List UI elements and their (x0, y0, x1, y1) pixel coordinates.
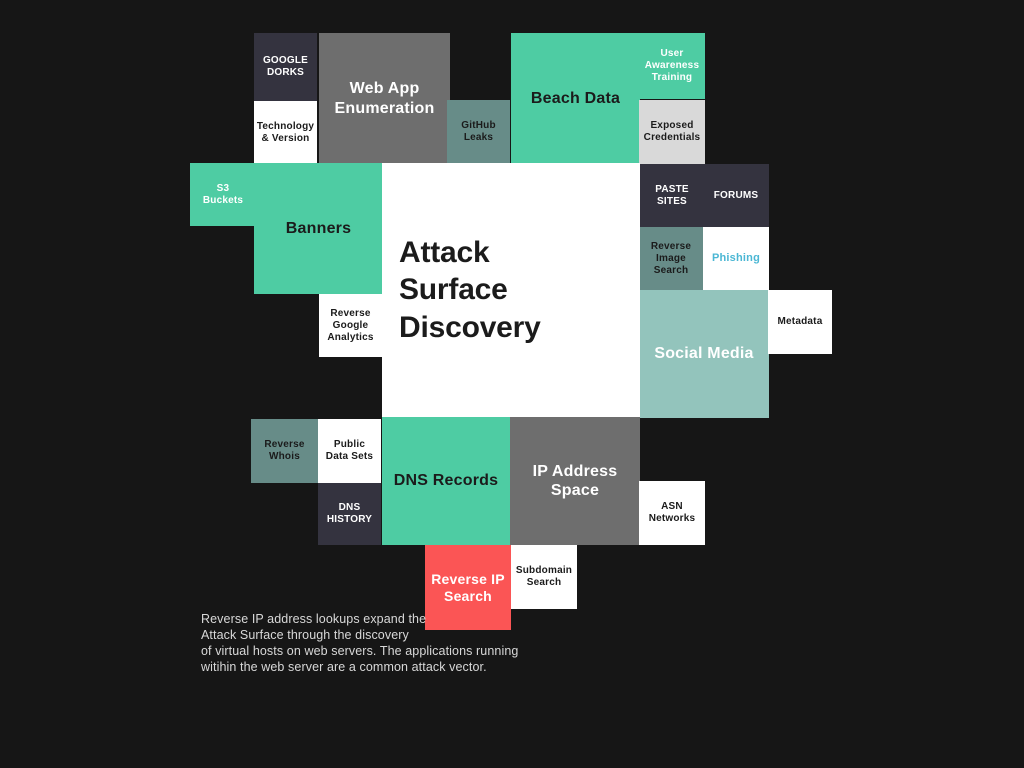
tile-dns-records[interactable]: DNS Records (382, 417, 510, 545)
tile-forums[interactable]: FORUMS (703, 164, 769, 228)
tile-phishing[interactable]: Phishing (703, 227, 769, 291)
tile-technology-version[interactable]: Technology & Version (254, 101, 317, 164)
tile-social-media[interactable]: Social Media (639, 290, 769, 418)
page-title: Attack Surface Discovery (382, 163, 640, 417)
caption-text: Reverse IP address lookups expand the At… (201, 612, 519, 674)
tile-banners[interactable]: Banners (254, 163, 383, 294)
tile-subdomain-search[interactable]: Subdomain Search (511, 545, 577, 609)
tile-beach-data[interactable]: Beach Data (511, 33, 640, 164)
tile-metadata[interactable]: Metadata (768, 290, 832, 354)
tile-reverse-whois[interactable]: Reverse Whois (251, 419, 318, 483)
attack-surface-mindmap: GOOGLE DORKS Technology & Version Web App … (0, 0, 1024, 768)
tile-web-app-enumeration[interactable]: Web App Enumeration (319, 33, 450, 164)
tile-reverse-google-analytics[interactable]: Reverse Google Analytics (319, 294, 382, 357)
tile-asn-networks[interactable]: ASN Networks (639, 481, 705, 545)
tile-exposed-credentials[interactable]: Exposed Credentials (639, 100, 705, 164)
tile-public-data-sets[interactable]: Public Data Sets (318, 419, 381, 483)
tile-github-leaks[interactable]: GitHub Leaks (447, 100, 510, 164)
tile-user-awareness-training[interactable]: User Awareness Training (639, 33, 705, 99)
tile-s3-buckets[interactable]: S3 Buckets (190, 163, 256, 226)
tile-dns-history[interactable]: DNS HISTORY (318, 483, 381, 545)
tile-paste-sites[interactable]: PASTE SITES (639, 164, 705, 228)
tile-reverse-image-search[interactable]: Reverse Image Search (639, 227, 703, 291)
tile-ip-address-space[interactable]: IP Address Space (510, 417, 640, 545)
tile-google-dorks[interactable]: GOOGLE DORKS (254, 33, 317, 101)
